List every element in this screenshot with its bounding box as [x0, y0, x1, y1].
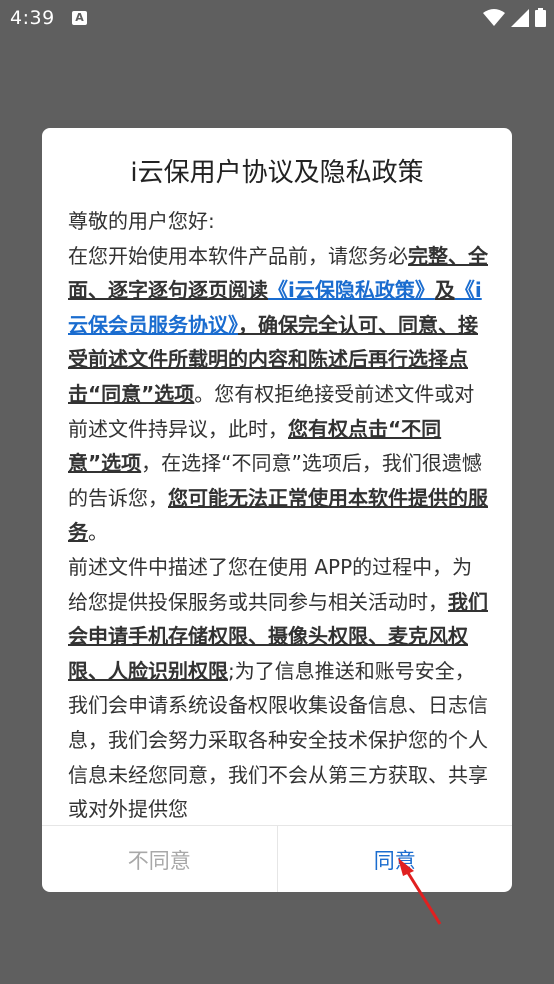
text-segment: ;为了信息推送和账号安全，我们会申请系统设备权限收集设备信息、日志信息，我们会努…	[68, 658, 488, 822]
paragraph-2: 前述文件中描述了您在使用 APP的过程中，为给您提供投保服务或共同参与相关活动时…	[68, 550, 488, 824]
status-bar: 4:39 A	[0, 0, 554, 36]
signal-icon	[511, 8, 529, 27]
dialog-button-row: 不同意 同意	[42, 825, 512, 892]
battery-icon	[535, 8, 546, 27]
agree-button[interactable]: 同意	[278, 826, 513, 892]
status-icons	[483, 8, 546, 27]
disagree-button[interactable]: 不同意	[42, 826, 278, 892]
privacy-policy-link[interactable]: 《i云保隐私政策》	[268, 278, 435, 302]
paragraph-1: 在您开始使用本软件产品前，请您务必完整、全面、逐字逐句逐页阅读《i云保隐私政策》…	[68, 239, 488, 550]
status-time: 4:39	[10, 7, 55, 29]
text-segment: 前述文件中描述了您在使用 APP的过程中，为给您提供投保服务或共同参与相关活动时…	[68, 554, 473, 614]
greeting: 尊敬的用户您好:	[68, 209, 215, 233]
emphasis-text: 及	[434, 278, 455, 303]
wifi-icon	[483, 8, 505, 26]
text-segment: 在您开始使用本软件产品前，请您务必	[68, 243, 408, 268]
agreement-text-scroll[interactable]: 尊敬的用户您好: 在您开始使用本软件产品前，请您务必完整、全面、逐字逐句逐页阅读…	[68, 204, 488, 824]
text-segment: 。	[88, 520, 108, 545]
notification-a-icon: A	[72, 11, 87, 25]
agreement-dialog: i云保用户协议及隐私政策 尊敬的用户您好: 在您开始使用本软件产品前，请您务必完…	[42, 128, 512, 892]
dialog-title: i云保用户协议及隐私政策	[130, 158, 424, 188]
